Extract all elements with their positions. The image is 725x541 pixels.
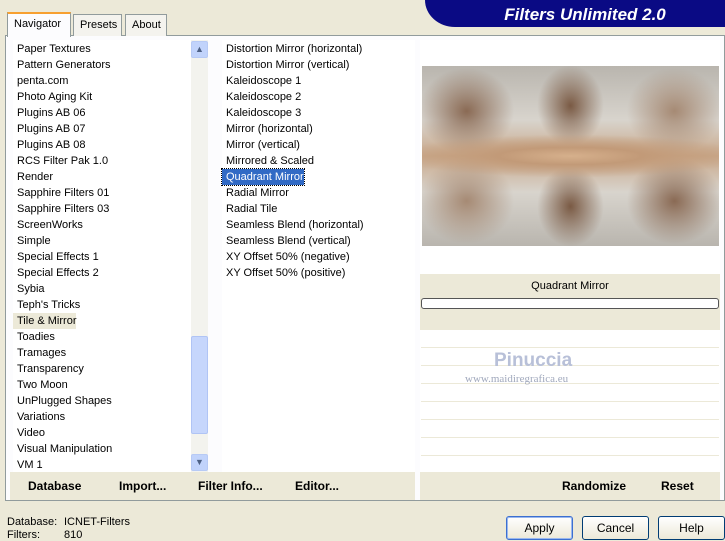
- parameter-row: [421, 402, 719, 420]
- randomize-button[interactable]: Randomize: [562, 479, 626, 493]
- preview-image: [422, 66, 719, 246]
- filter-list[interactable]: Distortion Mirror (horizontal) Distortion…: [221, 40, 415, 472]
- category-item[interactable]: Sapphire Filters 03: [13, 201, 109, 217]
- category-item[interactable]: Variations: [13, 409, 65, 425]
- category-item[interactable]: Plugins AB 07: [13, 121, 86, 137]
- filter-info-button[interactable]: Filter Info...: [198, 479, 263, 493]
- category-item[interactable]: Tramages: [13, 345, 66, 361]
- category-item[interactable]: Visual Manipulation: [13, 441, 112, 457]
- scroll-thumb[interactable]: [191, 336, 208, 434]
- category-item[interactable]: penta.com: [13, 73, 68, 89]
- filter-item[interactable]: Seamless Blend (vertical): [222, 233, 351, 249]
- category-item[interactable]: Special Effects 1: [13, 249, 99, 265]
- category-item[interactable]: Render: [13, 169, 53, 185]
- help-button[interactable]: Help: [658, 516, 725, 540]
- parameter-row: [421, 384, 719, 402]
- category-item[interactable]: Photo Aging Kit: [13, 89, 92, 105]
- database-button[interactable]: Database: [28, 479, 81, 493]
- category-item[interactable]: ScreenWorks: [13, 217, 83, 233]
- tab-navigator[interactable]: Navigator: [7, 12, 71, 37]
- filter-item[interactable]: Mirror (vertical): [222, 137, 300, 153]
- tab-about[interactable]: About: [125, 14, 167, 36]
- parameter-row: [421, 420, 719, 438]
- scroll-up-icon[interactable]: ▲: [191, 41, 208, 58]
- filter-item[interactable]: Radial Mirror: [222, 185, 289, 201]
- category-list[interactable]: Paper Textures Pattern Generators penta.co…: [13, 40, 191, 472]
- filter-item[interactable]: Distortion Mirror (horizontal): [222, 41, 362, 57]
- category-item[interactable]: Pattern Generators: [13, 57, 111, 73]
- scroll-down-icon[interactable]: ▼: [191, 454, 208, 471]
- filter-item[interactable]: Mirrored & Scaled: [222, 153, 314, 169]
- database-value: ICNET-Filters: [64, 516, 130, 528]
- watermark-name: Pinuccia: [494, 350, 573, 371]
- filter-item[interactable]: Seamless Blend (horizontal): [222, 217, 364, 233]
- category-item[interactable]: Tile & Mirror: [13, 313, 77, 329]
- import-button[interactable]: Import...: [119, 479, 166, 493]
- category-item[interactable]: Special Effects 2: [13, 265, 99, 281]
- tab-presets[interactable]: Presets: [73, 14, 122, 36]
- filter-item[interactable]: Kaleidoscope 1: [222, 73, 301, 89]
- parameter-row: [421, 438, 719, 456]
- apply-button[interactable]: Apply: [506, 516, 573, 540]
- category-item[interactable]: Plugins AB 06: [13, 105, 86, 121]
- filter-item[interactable]: Radial Tile: [222, 201, 277, 217]
- category-item[interactable]: Transparency: [13, 361, 84, 377]
- preview-filter-label: Quadrant Mirror: [531, 280, 609, 292]
- category-item[interactable]: RCS Filter Pak 1.0: [13, 153, 108, 169]
- progress-bar: [421, 298, 719, 309]
- filters-count: 810: [64, 529, 83, 541]
- category-item[interactable]: Video: [13, 425, 45, 441]
- cancel-button[interactable]: Cancel: [582, 516, 649, 540]
- database-label: Database:: [7, 516, 58, 528]
- category-item[interactable]: Sapphire Filters 01: [13, 185, 109, 201]
- filter-item[interactable]: Distortion Mirror (vertical): [222, 57, 349, 73]
- category-item[interactable]: Plugins AB 08: [13, 137, 86, 153]
- filters-label: Filters:: [7, 529, 40, 541]
- editor-button[interactable]: Editor...: [295, 479, 339, 493]
- category-item[interactable]: Two Moon: [13, 377, 68, 393]
- category-item[interactable]: Toadies: [13, 329, 55, 345]
- category-item[interactable]: UnPlugged Shapes: [13, 393, 112, 409]
- filter-item[interactable]: XY Offset 50% (positive): [222, 265, 345, 281]
- app-title-banner: Filters Unlimited 2.0: [425, 0, 725, 27]
- filter-item[interactable]: XY Offset 50% (negative): [222, 249, 350, 265]
- filter-item[interactable]: Mirror (horizontal): [222, 121, 313, 137]
- category-item[interactable]: Sybia: [13, 281, 45, 297]
- filter-item[interactable]: Quadrant Mirror: [221, 168, 305, 186]
- category-item[interactable]: Simple: [13, 233, 51, 249]
- parameter-row: [421, 330, 719, 348]
- category-item[interactable]: VM 1: [13, 457, 43, 473]
- watermark-url: www.maidiregrafica.eu: [465, 373, 569, 385]
- category-item[interactable]: Paper Textures: [13, 41, 91, 57]
- filter-item[interactable]: Kaleidoscope 2: [222, 89, 301, 105]
- reset-button[interactable]: Reset: [661, 479, 694, 493]
- category-item[interactable]: Teph's Tricks: [13, 297, 80, 313]
- category-scrollbar[interactable]: ▲ ▼: [191, 40, 208, 472]
- filter-item[interactable]: Kaleidoscope 3: [222, 105, 301, 121]
